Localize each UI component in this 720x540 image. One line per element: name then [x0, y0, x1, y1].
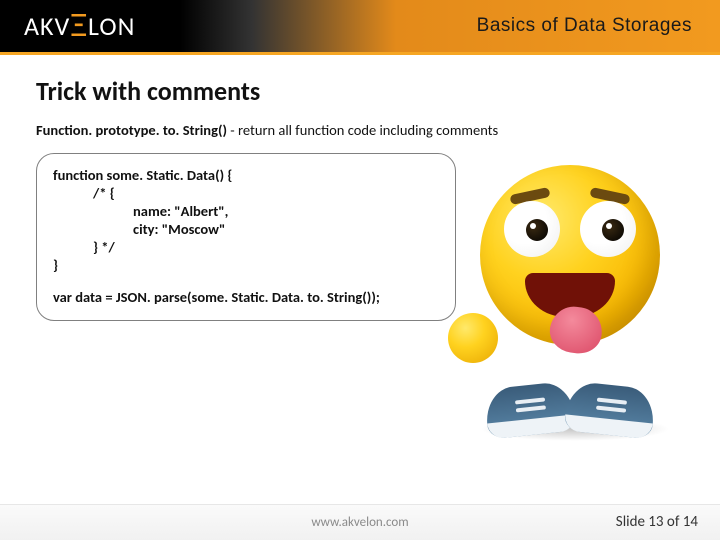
slide-subtitle: Function. prototype. to. String() - retu…	[36, 121, 684, 139]
code-example-box: function some. Static. Data() { /* { nam…	[36, 153, 456, 321]
subtitle-description: - return all function code including com…	[227, 121, 498, 139]
slide-title: Trick with comments	[36, 75, 684, 107]
code-line: name: "Albert",	[53, 202, 439, 220]
code-line: } */	[53, 238, 439, 256]
code-line: var data = JSON. parse(some. Static. Dat…	[53, 288, 439, 306]
footer-url: www.akvelon.com	[311, 515, 408, 530]
logo-text-right: LON	[88, 10, 135, 42]
hand-icon	[448, 313, 498, 363]
eye-icon	[580, 201, 636, 257]
slide-content: Trick with comments Function. prototype.…	[0, 55, 720, 321]
shoe-icon	[564, 381, 657, 440]
footer-bar: www.akvelon.com	[0, 504, 720, 540]
code-gap	[53, 274, 439, 288]
header-bar: AKVΞLON Basics of Data Storages	[0, 0, 720, 55]
code-line: /* {	[53, 184, 439, 202]
eye-icon	[504, 201, 560, 257]
code-line: function some. Static. Data() {	[53, 166, 439, 184]
presentation-section-title: Basics of Data Storages	[477, 15, 692, 37]
code-line: }	[53, 256, 439, 274]
smiley-mascot-image	[450, 155, 680, 435]
company-logo: AKVΞLON	[24, 10, 135, 42]
smiley-face-icon	[480, 165, 660, 345]
shoe-icon	[484, 381, 577, 440]
page-number: Slide 13 of 14	[616, 513, 698, 531]
subtitle-function: Function. prototype. to. String()	[36, 121, 227, 139]
code-line: city: "Moscow"	[53, 220, 439, 238]
logo-text-left: AKV	[24, 10, 70, 42]
